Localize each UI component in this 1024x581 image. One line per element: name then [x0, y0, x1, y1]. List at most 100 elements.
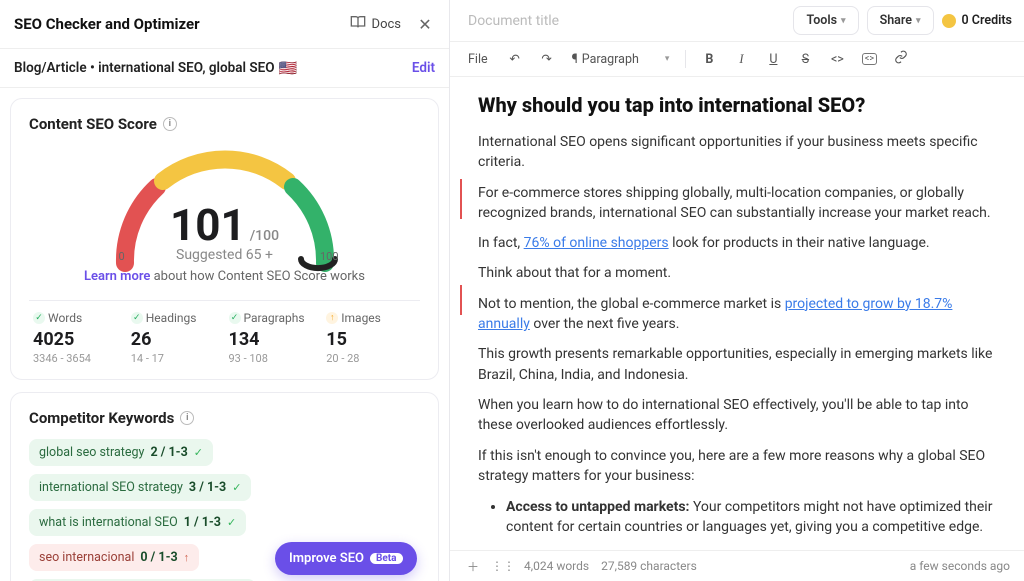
embed-icon: <>	[862, 53, 877, 65]
metrics-row: ✓Words 4025 3346 - 3654 ✓Headings 26 14 …	[29, 300, 420, 365]
italic-button[interactable]: I	[728, 46, 754, 72]
edit-button[interactable]: Edit	[412, 60, 435, 76]
paragraph: If this isn't enough to convince you, he…	[478, 446, 996, 487]
keyword-chip[interactable]: what is international SEO 1 / 1-3 ✓	[29, 509, 246, 536]
file-menu[interactable]: File	[460, 48, 496, 71]
paragraph: This growth presents remarkable opportun…	[478, 344, 996, 385]
undo-icon: ↶	[509, 51, 519, 67]
flag-icon: 🇺🇸	[279, 59, 298, 77]
chevron-down-icon: ▾	[841, 16, 846, 26]
book-icon	[350, 14, 366, 34]
link-icon	[894, 50, 908, 68]
score-gauge: 101/100 Suggested 65 + 0 100	[105, 143, 345, 263]
score-suggested: Suggested 65 +	[105, 247, 345, 263]
metric-label: Headings	[146, 311, 197, 325]
paragraph-style-select[interactable]: ¶ Paragraph ▾	[566, 49, 676, 70]
share-button[interactable]: Share ▾	[867, 6, 934, 35]
metric-range: 93 - 108	[229, 352, 319, 365]
chevron-down-icon: ▾	[916, 16, 921, 26]
close-icon: ✕	[418, 15, 431, 34]
word-count: 4,024 words	[524, 559, 589, 573]
keyword-name: international SEO strategy	[39, 480, 183, 495]
strike-button[interactable]: S	[792, 46, 818, 72]
code-button[interactable]: <>	[824, 46, 850, 72]
document-title-input[interactable]: Document title	[462, 9, 785, 33]
paragraph: International SEO opens significant oppo…	[478, 132, 996, 173]
metric-headings: ✓Headings 26 14 - 17	[127, 311, 225, 365]
metric-value: 26	[131, 329, 221, 350]
text: Not to mention, the global e-commerce ma…	[478, 296, 785, 312]
italic-icon: I	[739, 52, 743, 67]
paragraph: For e-commerce stores shipping globally,…	[478, 183, 996, 224]
bold-button[interactable]: B	[696, 46, 722, 72]
metric-range: 20 - 28	[326, 352, 416, 365]
document-heading: Why should you tap into international SE…	[478, 91, 996, 120]
underline-icon: U	[769, 52, 777, 67]
panel-title: SEO Checker and Optimizer	[14, 15, 342, 33]
char-count: 27,589 characters	[601, 559, 697, 573]
close-panel-button[interactable]: ✕	[415, 14, 435, 34]
text: In fact,	[478, 235, 524, 251]
score-value: 101	[170, 199, 246, 251]
underline-button[interactable]: U	[760, 46, 786, 72]
change-bar	[460, 285, 462, 315]
keyword-chip[interactable]: seo internacional 0 / 1-3 ↑	[29, 544, 199, 571]
metric-label: Words	[48, 311, 82, 325]
check-icon: ✓	[232, 481, 241, 494]
check-icon: ✓	[227, 516, 236, 529]
document-body[interactable]: Why should you tap into international SE…	[450, 77, 1024, 550]
keyword-chip[interactable]: international SEO strategy 3 / 1-3 ✓	[29, 474, 251, 501]
info-icon[interactable]: i	[180, 411, 194, 425]
editor-panel: Document title Tools ▾ Share ▾ 0 Credits…	[450, 0, 1024, 581]
plus-icon: ＋	[467, 558, 479, 575]
embed-button[interactable]: <>	[856, 46, 882, 72]
metric-images: ↑Images 15 20 - 28	[322, 311, 420, 365]
tools-label: Tools	[806, 13, 837, 28]
metric-value: 4025	[33, 329, 123, 350]
improve-label: Improve SEO	[289, 551, 364, 566]
metric-words: ✓Words 4025 3346 - 3654	[29, 311, 127, 365]
credits-badge[interactable]: 0 Credits	[942, 13, 1012, 28]
check-icon: ✓	[131, 312, 143, 324]
separator	[685, 50, 686, 68]
strike-icon: S	[802, 52, 809, 67]
text: look for products in their native langua…	[669, 235, 930, 251]
paragraph: Think about that for a moment.	[478, 263, 996, 283]
pilcrow-icon: ¶	[572, 52, 578, 67]
gauge-min: 0	[119, 250, 125, 263]
keyword-name: what is international SEO	[39, 515, 178, 530]
code-icon: <>	[831, 52, 844, 67]
add-block-button[interactable]: ＋	[464, 557, 482, 575]
keyword-name: seo internacional	[39, 550, 134, 565]
metric-range: 14 - 17	[131, 352, 221, 365]
metric-value: 134	[229, 329, 319, 350]
keyword-chip[interactable]: global seo strategy 2 / 1-3 ✓	[29, 439, 213, 466]
coin-icon	[942, 14, 956, 28]
score-denom: /100	[250, 228, 279, 244]
metric-label: Images	[341, 311, 381, 325]
inline-link[interactable]: 76% of online shoppers	[524, 235, 669, 251]
metric-value: 15	[326, 329, 416, 350]
improve-seo-button[interactable]: Improve SEO Beta	[275, 542, 417, 575]
keyword-count: 1 / 1-3	[184, 515, 221, 530]
keyword-count: 3 / 1-3	[189, 480, 226, 495]
link-button[interactable]	[888, 46, 914, 72]
metric-label: Paragraphs	[244, 311, 305, 325]
undo-button[interactable]: ↶	[502, 46, 528, 72]
redo-button[interactable]: ↷	[534, 46, 560, 72]
seo-panel: SEO Checker and Optimizer Docs ✕ Blog/Ar…	[0, 0, 450, 581]
docs-button[interactable]: Docs	[342, 10, 409, 38]
metric-range: 3346 - 3654	[33, 352, 123, 365]
score-card-title: Content SEO Score	[29, 115, 157, 133]
drag-handle[interactable]: ⋮⋮	[494, 557, 512, 575]
share-label: Share	[880, 13, 912, 28]
chevron-down-icon: ▾	[665, 54, 670, 64]
list-item: Access to untapped markets: Your competi…	[506, 497, 996, 538]
info-icon[interactable]: i	[163, 117, 177, 131]
redo-icon: ↷	[541, 51, 551, 67]
text: over the next five years.	[530, 316, 680, 332]
tools-button[interactable]: Tools ▾	[793, 6, 858, 35]
check-icon: ✓	[194, 446, 203, 459]
keyword-count: 2 / 1-3	[150, 445, 187, 460]
paragraph: In fact, 76% of online shoppers look for…	[478, 233, 996, 253]
